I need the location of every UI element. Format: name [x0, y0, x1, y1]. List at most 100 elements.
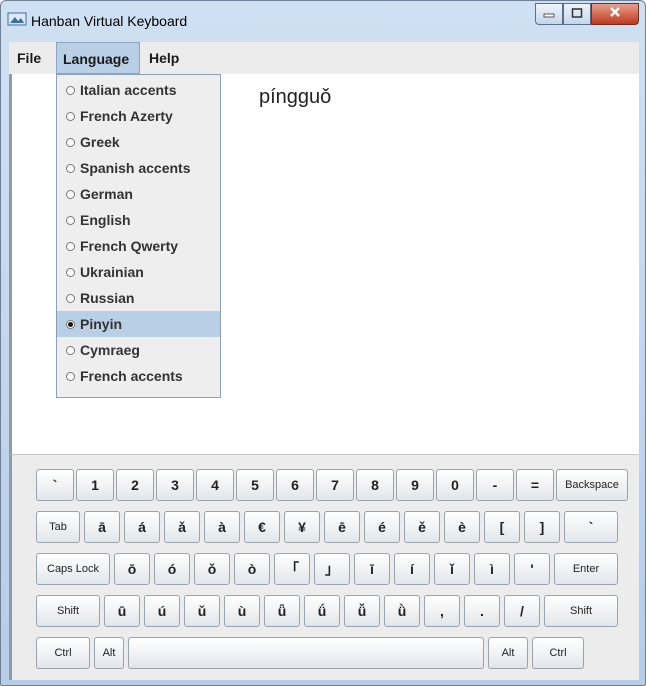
language-option-label: Pinyin	[80, 316, 123, 332]
minimize-button[interactable]	[535, 3, 563, 25]
key-8[interactable]: 8	[356, 469, 394, 501]
key-ò[interactable]: ò	[234, 553, 270, 585]
language-option-label: English	[80, 212, 131, 228]
key-ā[interactable]: ā	[84, 511, 120, 543]
key-ù[interactable]: ù	[224, 595, 260, 627]
virtual-keyboard: ` 1 2 3 4 5 6 7 8 9 0- = Backspace Tab ā á ǎ à € ¥ ē é ě è[] ` Ca…	[9, 454, 639, 680]
language-option-label: Russian	[80, 290, 135, 306]
key-ú[interactable]: ú	[144, 595, 180, 627]
key-ě[interactable]: ě	[404, 511, 440, 543]
language-option[interactable]: French Azerty	[57, 103, 220, 129]
key-4[interactable]: 4	[196, 469, 234, 501]
radio-icon	[66, 293, 75, 303]
key-¥[interactable]: ¥	[284, 511, 320, 543]
radio-icon	[66, 345, 75, 355]
close-button[interactable]	[591, 3, 639, 25]
language-option-label: French Qwerty	[80, 238, 179, 254]
menu-file[interactable]: File	[11, 42, 47, 74]
key-ctrl[interactable]: Ctrl	[36, 637, 90, 669]
menu-help[interactable]: Help	[143, 42, 185, 74]
key-2[interactable]: 2	[116, 469, 154, 501]
radio-selected-icon	[66, 319, 75, 329]
language-option[interactable]: Russian	[57, 285, 220, 311]
key-ǘ[interactable]: ǘ	[304, 595, 340, 627]
key--[interactable]: -	[476, 469, 514, 501]
key-ē[interactable]: ē	[324, 511, 360, 543]
key-ǖ[interactable]: ǖ	[264, 595, 300, 627]
key-à[interactable]: à	[204, 511, 240, 543]
key-ǜ[interactable]: ǜ	[384, 595, 420, 627]
key-backspace[interactable]: Backspace	[556, 469, 628, 501]
language-option-label: Cymraeg	[80, 342, 140, 358]
title-bar[interactable]: Hanban Virtual Keyboard	[1, 1, 645, 41]
key-€[interactable]: €	[244, 511, 280, 543]
key-shift[interactable]: Shift	[36, 595, 100, 627]
language-option-label: Ukrainian	[80, 264, 144, 280]
key-][interactable]: ]	[524, 511, 560, 543]
radio-icon	[66, 215, 75, 225]
menu-language[interactable]: Language	[56, 42, 140, 74]
language-option-label: German	[80, 186, 133, 202]
key-tab[interactable]: Tab	[36, 511, 80, 543]
language-option[interactable]: German	[57, 181, 220, 207]
key-í[interactable]: í	[394, 553, 430, 585]
maximize-button[interactable]	[563, 3, 591, 25]
language-option[interactable]: Pinyin	[57, 311, 220, 337]
radio-icon	[66, 85, 75, 95]
key-ì[interactable]: ì	[474, 553, 510, 585]
key-」[interactable]: 」	[314, 553, 350, 585]
key-1[interactable]: 1	[76, 469, 114, 501]
key-á[interactable]: á	[124, 511, 160, 543]
key-caps-lock[interactable]: Caps Lock	[36, 553, 110, 585]
key-alt[interactable]: Alt	[94, 637, 124, 669]
key-ī[interactable]: ī	[354, 553, 390, 585]
key-7[interactable]: 7	[316, 469, 354, 501]
language-option[interactable]: French Qwerty	[57, 233, 220, 259]
minimize-icon	[543, 5, 555, 23]
language-option[interactable]: Italian accents	[57, 77, 220, 103]
key-`[interactable]: `	[564, 511, 618, 543]
language-option[interactable]: Spanish accents	[57, 155, 220, 181]
language-option[interactable]: French accents	[57, 363, 220, 389]
key-'[interactable]: '	[514, 553, 550, 585]
language-option[interactable]: Greek	[57, 129, 220, 155]
key-0[interactable]: 0	[436, 469, 474, 501]
key-.[interactable]: .	[464, 595, 500, 627]
key-ctrl[interactable]: Ctrl	[532, 637, 584, 669]
key-`[interactable]: `	[36, 469, 74, 501]
key-ǚ[interactable]: ǚ	[344, 595, 380, 627]
space-key[interactable]	[128, 637, 484, 669]
key-「[interactable]: 「	[274, 553, 310, 585]
language-option[interactable]: Cymraeg	[57, 337, 220, 363]
key-shift[interactable]: Shift	[544, 595, 618, 627]
window-title: Hanban Virtual Keyboard	[31, 13, 188, 29]
key-enter[interactable]: Enter	[554, 553, 618, 585]
key-ǐ[interactable]: ǐ	[434, 553, 470, 585]
key-=[interactable]: =	[516, 469, 554, 501]
key-9[interactable]: 9	[396, 469, 434, 501]
app-icon	[7, 11, 27, 27]
key-ǒ[interactable]: ǒ	[194, 553, 230, 585]
key-,[interactable]: ,	[424, 595, 460, 627]
radio-icon	[66, 111, 75, 121]
language-option[interactable]: English	[57, 207, 220, 233]
language-option-label: Italian accents	[80, 82, 177, 98]
language-option-label: Greek	[80, 134, 120, 150]
key-alt[interactable]: Alt	[488, 637, 528, 669]
key-ō[interactable]: ō	[114, 553, 150, 585]
key-ó[interactable]: ó	[154, 553, 190, 585]
key-é[interactable]: é	[364, 511, 400, 543]
key-6[interactable]: 6	[276, 469, 314, 501]
key-[[interactable]: [	[484, 511, 520, 543]
key-3[interactable]: 3	[156, 469, 194, 501]
language-option[interactable]: Ukrainian	[57, 259, 220, 285]
key-5[interactable]: 5	[236, 469, 274, 501]
language-option-label: Spanish accents	[80, 160, 191, 176]
radio-icon	[66, 163, 75, 173]
radio-icon	[66, 371, 75, 381]
key-è[interactable]: è	[444, 511, 480, 543]
key-ǎ[interactable]: ǎ	[164, 511, 200, 543]
key-ū[interactable]: ū	[104, 595, 140, 627]
key-ǔ[interactable]: ǔ	[184, 595, 220, 627]
key-/[interactable]: /	[504, 595, 540, 627]
